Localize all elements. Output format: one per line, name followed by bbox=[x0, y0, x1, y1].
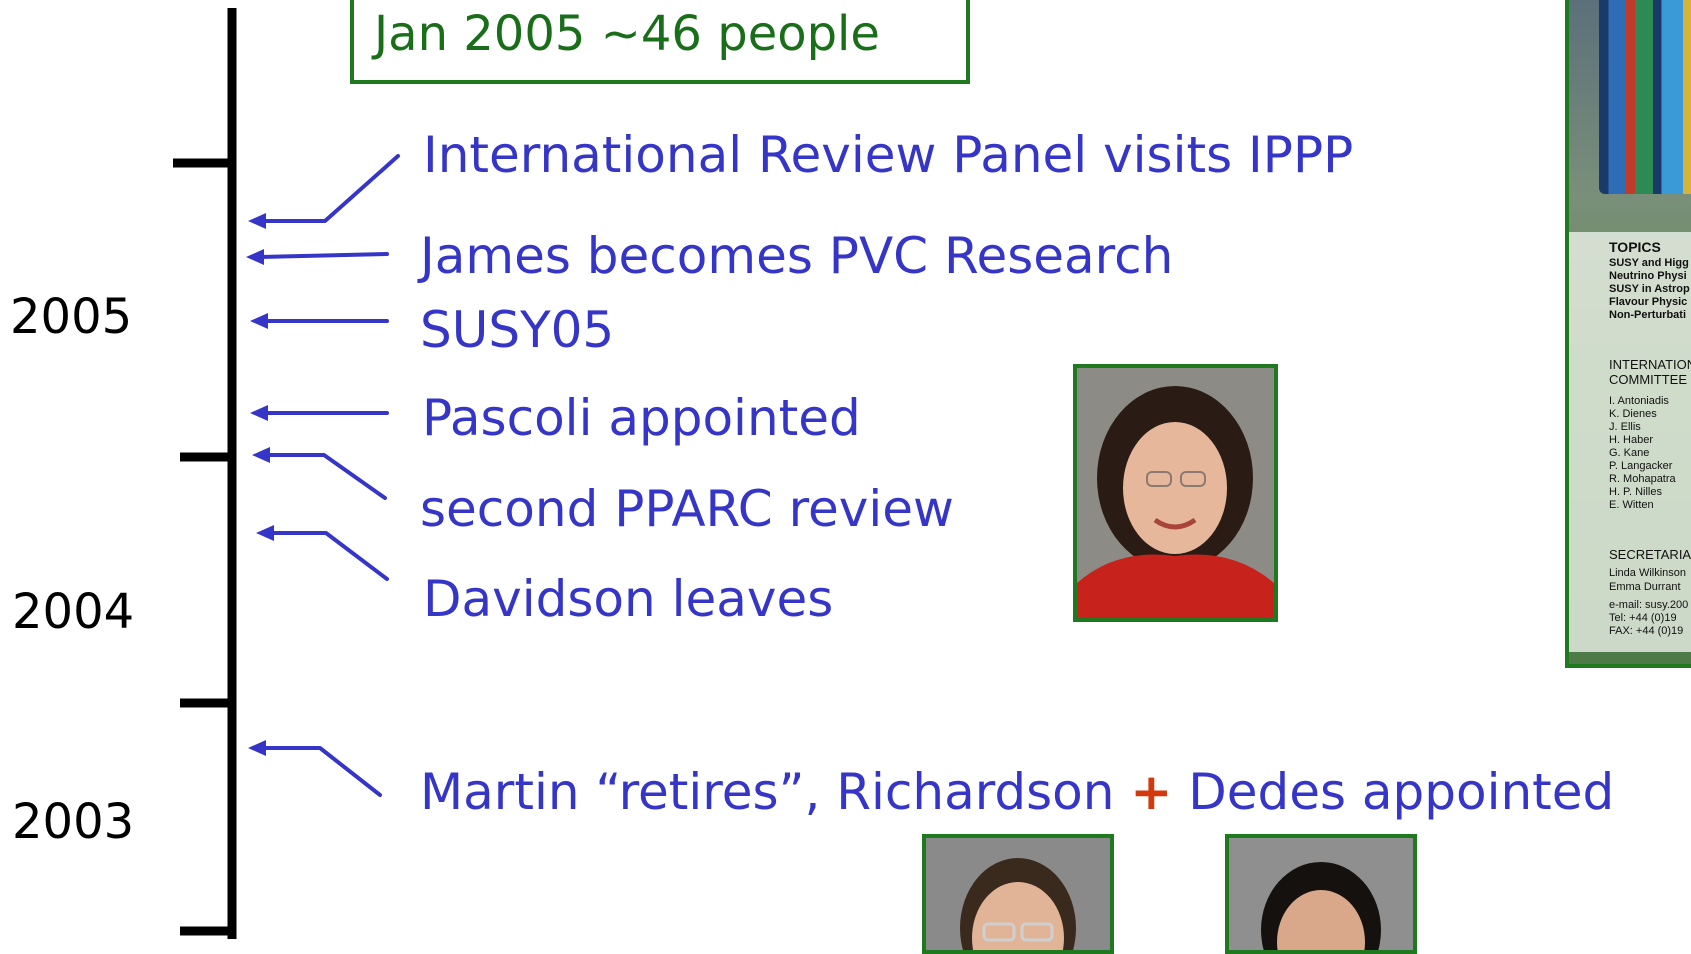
poster-topic: Non-Perturbati bbox=[1609, 309, 1686, 321]
event-review-panel: International Review Panel visits IPPP bbox=[423, 126, 1354, 184]
poster-contact-line: Tel: +44 (0)19 bbox=[1609, 612, 1677, 624]
arrowhead-james-pvc bbox=[246, 249, 264, 265]
arrowhead-susy05 bbox=[250, 313, 268, 329]
arrow-review-panel bbox=[260, 154, 400, 223]
poster-committee-heading: COMMITTEE bbox=[1609, 372, 1687, 387]
arrowhead-review-panel bbox=[248, 213, 266, 229]
poster-contact-line: FAX: +44 (0)19 bbox=[1609, 625, 1684, 637]
year-label-2005: 2005 bbox=[10, 289, 133, 345]
poster-topic: Flavour Physic bbox=[1609, 296, 1688, 308]
arrow-james-pvc bbox=[258, 252, 389, 259]
portrait-photo-dedes bbox=[1225, 834, 1417, 954]
portrait-photo-pascoli bbox=[1073, 364, 1278, 622]
poster-committee-member: R. Mohapatra bbox=[1609, 473, 1676, 485]
event-dedes-text: Dedes appointed bbox=[1188, 763, 1615, 821]
portrait-image bbox=[1229, 838, 1413, 950]
poster-committee-heading: INTERNATIONAL bbox=[1609, 357, 1691, 372]
event-pascoli: Pascoli appointed bbox=[422, 389, 861, 447]
poster-committee-member: H. Haber bbox=[1609, 434, 1654, 446]
poster-contact-line: e-mail: susy.200 bbox=[1609, 599, 1689, 611]
arrowhead-pascoli bbox=[250, 405, 268, 421]
poster-committee-member: G. Kane bbox=[1609, 447, 1650, 459]
arrow-pparc bbox=[262, 453, 387, 500]
poster-committee-member: P. Langacker bbox=[1609, 460, 1673, 472]
event-martin-text: Martin “retires”, Richardson bbox=[420, 763, 1115, 821]
poster-committee-member: K. Dienes bbox=[1609, 408, 1657, 420]
poster-committee-member: J. Ellis bbox=[1609, 421, 1641, 433]
event-pparc: second PPARC review bbox=[420, 480, 954, 538]
conference-poster: TOPICS SUSY and Higg Neutrino Physi SUSY… bbox=[1565, 0, 1691, 668]
poster-topic: SUSY and Higg bbox=[1609, 257, 1689, 269]
portrait-image bbox=[1077, 368, 1274, 618]
event-martin-retires: Martin “retires”, Richardson + Dedes app… bbox=[420, 767, 1614, 817]
poster-secretariat-heading: SECRETARIA bbox=[1609, 547, 1691, 562]
poster-committee-member: H. P. Nilles bbox=[1609, 486, 1662, 498]
event-james-pvc: James becomes PVC Research bbox=[420, 227, 1174, 285]
poster-topics-heading: TOPICS bbox=[1609, 239, 1661, 255]
poster-committee-member: E. Witten bbox=[1609, 499, 1654, 511]
arrow-davidson bbox=[264, 531, 389, 581]
arrow-martin bbox=[258, 746, 382, 797]
arrowhead-davidson bbox=[256, 525, 274, 541]
arrowhead-martin bbox=[248, 740, 266, 756]
poster-topic: Neutrino Physi bbox=[1609, 270, 1687, 282]
plus-sign: + bbox=[1130, 763, 1173, 821]
year-label-2004: 2004 bbox=[12, 584, 135, 640]
stained-glass-window bbox=[1599, 0, 1691, 194]
year-label-2003: 2003 bbox=[12, 794, 135, 850]
poster-committee-member: I. Antoniadis bbox=[1609, 395, 1669, 407]
portrait-photo-richardson bbox=[922, 834, 1114, 954]
poster-topic: SUSY in Astrop bbox=[1609, 283, 1690, 295]
event-susy05: SUSY05 bbox=[420, 301, 615, 359]
poster-secretariat-member: Emma Durrant bbox=[1609, 581, 1681, 593]
arrowhead-pparc bbox=[252, 447, 270, 463]
event-davidson: Davidson leaves bbox=[423, 570, 834, 628]
poster-secretariat-member: Linda Wilkinson bbox=[1609, 567, 1687, 579]
portrait-image bbox=[926, 838, 1110, 950]
